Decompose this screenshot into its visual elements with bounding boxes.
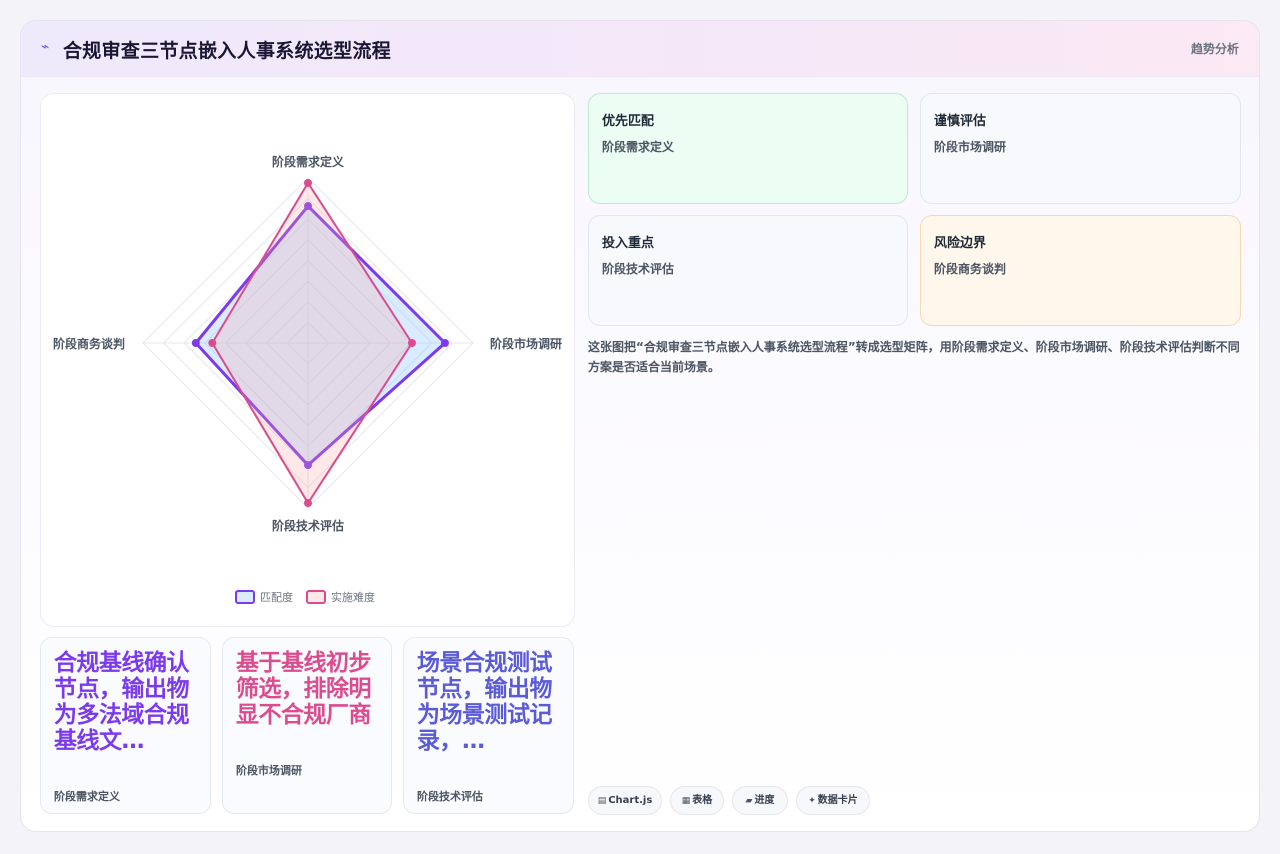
radar-axis-label: 阶段商务谈判	[53, 336, 125, 351]
card-title: 优先匹配	[602, 114, 655, 129]
card-title: 风险边界	[934, 236, 987, 251]
card-subtitle: 阶段商务谈判	[934, 262, 1007, 276]
card-subtitle: 阶段需求定义	[602, 140, 675, 154]
radar-point	[440, 339, 449, 347]
radar-chart-card: 阶段需求定义阶段市场调研阶段技术评估 阶段商务谈判匹配度 实施难度	[40, 93, 575, 627]
page-title: 合规审查三节点嵌入人事系统选型流程	[63, 40, 392, 62]
card-investment-focus[interactable]: 投入重点 阶段技术评估	[588, 215, 908, 326]
radar-axis-label: 阶段需求定义	[272, 154, 345, 169]
stat-card-headline: 场景合规测试节点，输出物为场景测试记录，…	[417, 650, 553, 754]
radar-point	[304, 499, 312, 508]
tag-label: 进度	[754, 795, 775, 806]
tag-chartjs[interactable]: ▤ Chart.js	[588, 786, 662, 815]
trend-analysis-link[interactable]: 趋势分析	[1191, 40, 1239, 57]
tag-table[interactable]: ▦ 表格	[670, 786, 724, 815]
radar-point	[304, 178, 312, 187]
radar-axis-label: 阶段技术评估	[272, 518, 344, 533]
radar-series-1	[211, 181, 414, 505]
sparkle-icon: ✦	[808, 796, 816, 806]
legend-label: 匹配度	[260, 590, 293, 604]
chart-description: 这张图把“合规审查三节点嵌入人事系统选型流程”转成选型矩阵，用阶段需求定义、阶段…	[588, 340, 1240, 374]
stat-card-market-research[interactable]: 基于基线初步筛选，排除明显不合规厂商 阶段市场调研	[222, 637, 392, 814]
chart-icon: ▤	[597, 796, 607, 806]
radar-point	[208, 339, 217, 347]
stat-card-label: 阶段需求定义	[54, 790, 120, 803]
stat-card-tech-evaluation[interactable]: 场景合规测试节点，输出物为场景测试记录，… 阶段技术评估	[403, 637, 574, 814]
stat-card-label: 阶段市场调研	[236, 764, 302, 777]
legend-label: 实施难度	[331, 590, 375, 604]
legend-swatch	[235, 590, 255, 604]
tag-label: 数据卡片	[817, 795, 858, 806]
card-risk-boundary[interactable]: 风险边界 阶段商务谈判	[920, 215, 1241, 326]
header: ⌁ 合规审查三节点嵌入人事系统选型流程 趋势分析	[21, 21, 1259, 77]
radar-point	[191, 339, 200, 347]
trend-icon: ⌁	[41, 39, 50, 55]
main-panel: ⌁ 合规审查三节点嵌入人事系统选型流程 趋势分析 阶段需求定义 阶段市场调研 阶段技…	[20, 20, 1260, 832]
tag-data-cards[interactable]: ✦ 数据卡片	[796, 786, 870, 815]
table-icon: ▦	[681, 796, 691, 806]
progress-icon: ▰	[745, 796, 753, 806]
radar-point	[407, 339, 416, 347]
card-subtitle: 阶段技术评估	[602, 262, 675, 276]
tag-label: 表格	[692, 795, 713, 806]
tag-label: Chart.js	[608, 795, 653, 806]
legend-swatch	[306, 590, 326, 604]
card-title: 投入重点	[602, 236, 655, 251]
stat-card-headline: 基于基线初步筛选，排除明显不合规厂商	[236, 650, 372, 728]
card-priority-match[interactable]: 优先匹配 阶段需求定义	[588, 93, 908, 204]
card-careful-evaluation[interactable]: 谨慎评估 阶段市场调研	[920, 93, 1241, 204]
radar-axis-label: 阶段市场调研	[490, 336, 562, 351]
radar-chart: 阶段需求定义阶段市场调研阶段技术评估 阶段商务谈判匹配度 实施难度	[53, 154, 562, 604]
stat-card-headline: 合规基线确认节点，输出物为多法域合规基线文…	[54, 650, 190, 754]
stat-card-requirements[interactable]: 合规基线确认节点，输出物为多法域合规基线文… 阶段需求定义	[40, 637, 211, 814]
card-title: 谨慎评估	[934, 114, 987, 129]
stat-card-label: 阶段技术评估	[417, 790, 483, 803]
card-subtitle: 阶段市场调研	[934, 140, 1007, 154]
tag-progress[interactable]: ▰ 进度	[732, 786, 788, 815]
